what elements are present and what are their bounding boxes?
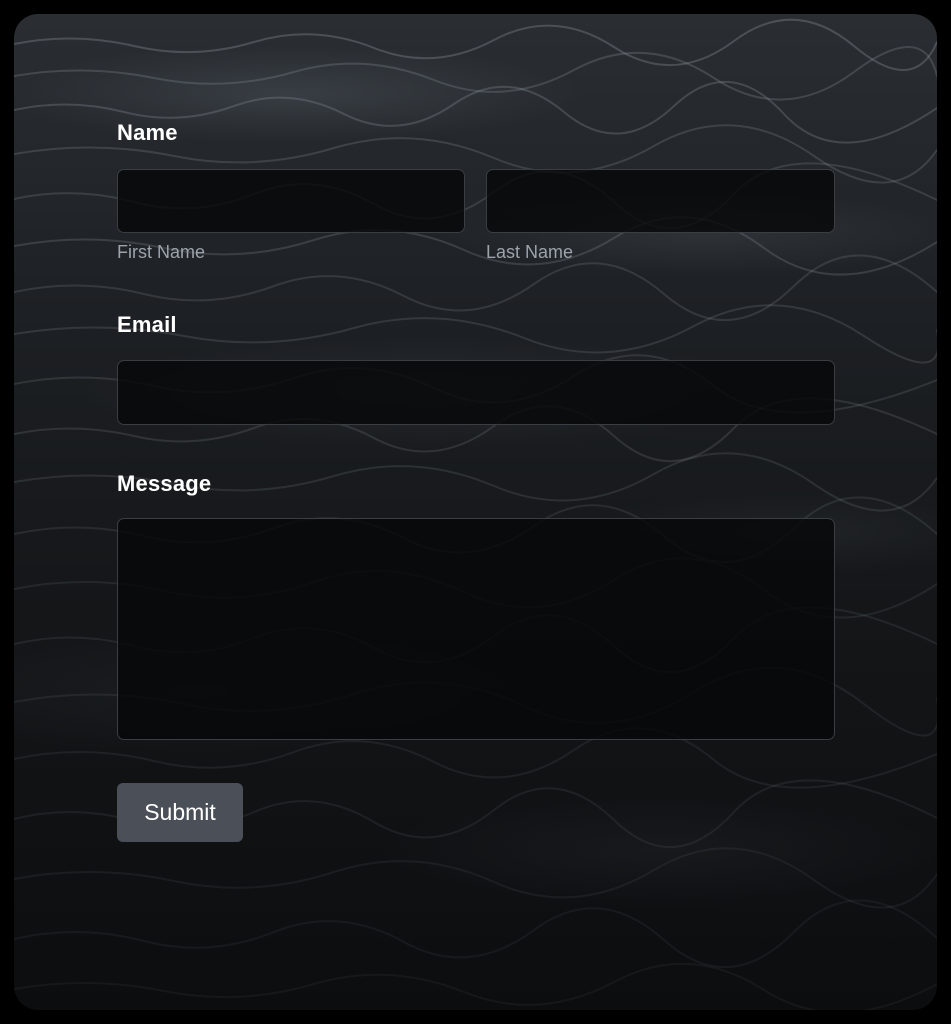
message-label: Message: [117, 471, 212, 496]
message-textarea[interactable]: [117, 518, 835, 740]
email-input[interactable]: [117, 360, 835, 425]
first-name-input[interactable]: [117, 169, 465, 233]
email-label: Email: [117, 312, 177, 337]
name-label: Name: [117, 120, 178, 145]
app-frame: Name First Name Last Name Email Message …: [0, 0, 951, 1024]
first-name-sublabel: First Name: [117, 242, 206, 262]
last-name-sublabel: Last Name: [486, 242, 574, 262]
submit-button[interactable]: Submit: [117, 783, 243, 842]
water-background: [14, 14, 937, 1010]
last-name-input[interactable]: [486, 169, 835, 233]
wave-texture: [14, 18, 937, 1010]
